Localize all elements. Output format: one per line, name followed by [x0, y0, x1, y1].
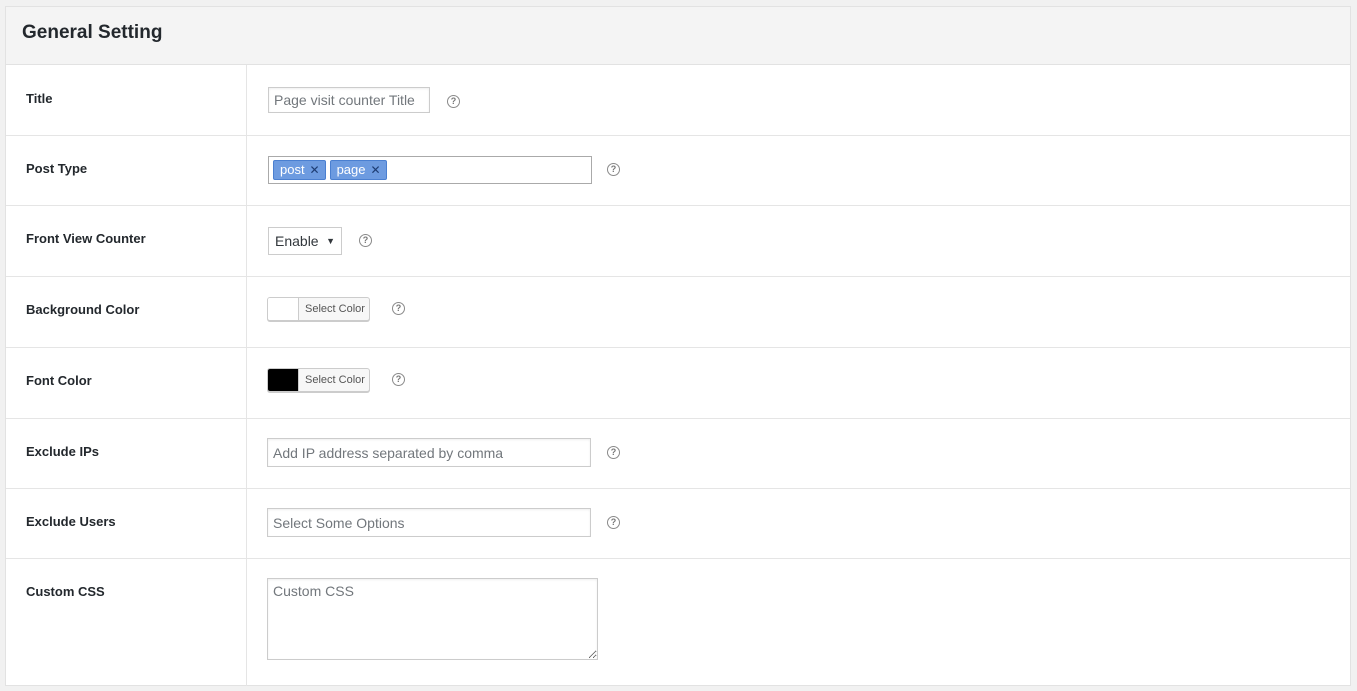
title-input[interactable] — [268, 87, 430, 113]
row-divider — [6, 347, 1350, 348]
color-swatch — [268, 369, 299, 391]
chevron-down-icon: ▼ — [326, 236, 335, 246]
title-label: Title — [26, 91, 53, 106]
exclude-ips-label: Exclude IPs — [26, 444, 99, 459]
post-type-multiselect[interactable]: post ✕ page ✕ — [268, 156, 592, 184]
question-circle-icon[interactable] — [607, 516, 620, 529]
question-circle-icon[interactable] — [392, 302, 405, 315]
row-divider — [6, 558, 1350, 559]
row-divider — [6, 418, 1350, 419]
column-divider — [246, 65, 247, 686]
panel-header: General Setting — [6, 7, 1350, 65]
select-value: Enable — [275, 233, 319, 249]
post-type-label: Post Type — [26, 161, 88, 176]
font-color-label: Font Color — [26, 373, 92, 388]
row-divider — [6, 135, 1350, 136]
tag-page: page ✕ — [329, 160, 387, 180]
question-circle-icon[interactable] — [359, 234, 372, 247]
font-color-picker-button[interactable]: Select Color — [267, 368, 370, 392]
select-color-label: Select Color — [305, 303, 365, 315]
background-color-label: Background Color — [26, 302, 140, 317]
question-circle-icon[interactable] — [607, 446, 620, 459]
row-divider — [6, 205, 1350, 206]
select-color-label: Select Color — [305, 374, 365, 386]
row-divider — [6, 488, 1350, 489]
remove-tag-icon[interactable]: ✕ — [370, 161, 380, 179]
exclude-ips-input[interactable] — [267, 438, 591, 467]
remove-tag-icon[interactable]: ✕ — [310, 161, 320, 179]
question-circle-icon[interactable] — [607, 163, 620, 176]
custom-css-label: Custom CSS — [26, 584, 105, 599]
tag-post: post ✕ — [273, 160, 326, 180]
front-view-counter-label: Front View Counter — [26, 231, 146, 246]
question-circle-icon[interactable] — [392, 373, 405, 386]
tag-label: post — [280, 162, 305, 177]
panel-title: General Setting — [22, 22, 163, 43]
tag-label: page — [336, 162, 366, 177]
row-divider — [6, 276, 1350, 277]
custom-css-textarea[interactable] — [267, 578, 598, 660]
exclude-users-input[interactable] — [267, 508, 591, 537]
background-color-picker-button[interactable]: Select Color — [267, 297, 370, 321]
front-view-counter-select[interactable]: Enable ▼ — [268, 227, 342, 255]
question-circle-icon[interactable] — [447, 95, 460, 108]
exclude-users-label: Exclude Users — [26, 514, 116, 529]
general-setting-panel: General Setting Title Post Type post✕pag… — [5, 6, 1351, 686]
color-swatch — [268, 298, 299, 320]
